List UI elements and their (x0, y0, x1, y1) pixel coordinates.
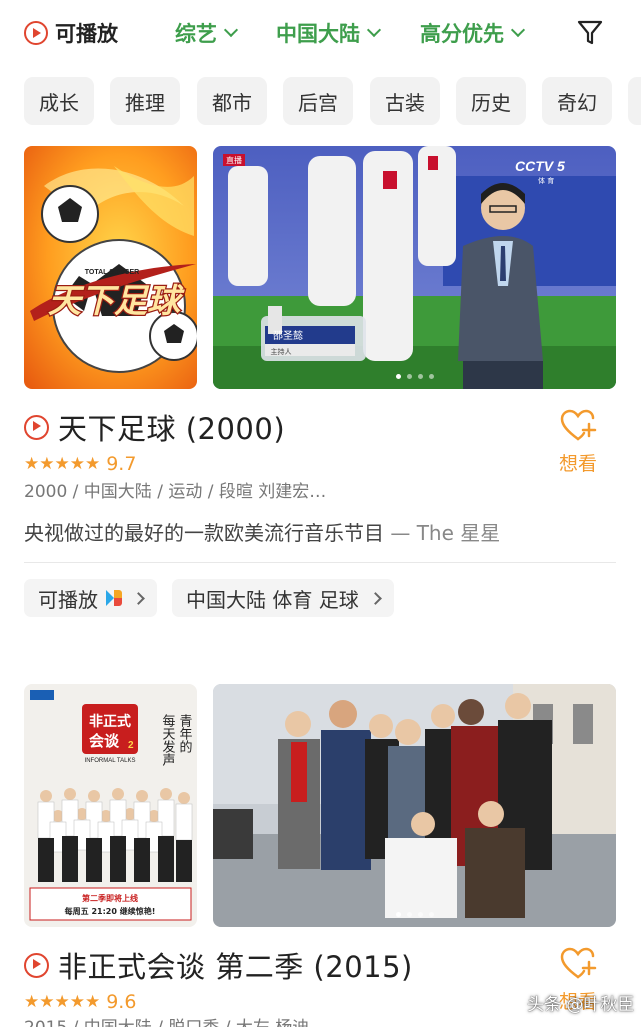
want-to-watch-label: 想看 (558, 453, 597, 475)
poster-art-image: 非正式 会谈 2 INFORMAL TALKS 每天发声 青年的 第二季即将上线… (24, 684, 197, 927)
tag-chip-partial[interactable] (628, 77, 641, 125)
chevron-down-icon (510, 22, 526, 38)
poster-footer-2: 每周五 21:20 继续惊艳! (65, 906, 156, 916)
region-dropdown[interactable]: 中国大陆 (276, 18, 382, 48)
poster-title-2: 会谈 (89, 732, 120, 750)
category-dropdown[interactable]: 综艺 (175, 18, 239, 48)
poster-slogan: 每天发声 (160, 713, 176, 767)
rating-row: ★★★★★ 9.7 (24, 452, 136, 476)
playable-filter[interactable]: 可播放 (24, 18, 118, 48)
play-icon (24, 21, 48, 45)
show-poster[interactable]: 非正式 会谈 2 INFORMAL TALKS 每天发声 青年的 第二季即将上线… (24, 684, 197, 927)
poster-subtitle: TOTAL SOCCER (85, 269, 139, 276)
divider (24, 562, 616, 563)
show-poster[interactable]: TOTAL SOCCER 天下足球 (24, 146, 197, 389)
playable-source-chip[interactable]: 可播放 (24, 579, 157, 617)
sort-dropdown[interactable]: 高分优先 (420, 18, 526, 48)
tag-chip[interactable]: 古装 (370, 77, 440, 125)
heart-plus-icon (560, 409, 597, 441)
comment-text: 央视做过的最好的一款欧美流行音乐节目 (24, 521, 384, 545)
show-meta: 2015 / 中国大陆 / 脱口秀 / 大左 杨迪 (24, 1013, 309, 1027)
tag-chip[interactable]: 后宫 (283, 77, 353, 125)
live-badge: 直播 (226, 155, 242, 165)
show-title: 非正式会谈 第二季 (2015) (58, 950, 413, 984)
show-comment: 央视做过的最好的一款欧美流行音乐节目 — The 星星 (24, 517, 500, 546)
chevron-down-icon (366, 22, 382, 38)
genre-chip[interactable]: 中国大陆 体育 足球 (172, 579, 394, 617)
tag-chip[interactable]: 历史 (456, 77, 526, 125)
star-rating-icon: ★★★★★ (24, 992, 101, 1012)
watermark: 头条 @叶秋臣 (527, 995, 635, 1015)
channel-logo: CCTV 5 (515, 158, 565, 174)
rating-score: 9.6 (106, 991, 137, 1013)
tag-chip[interactable]: 都市 (197, 77, 267, 125)
rating-score: 9.7 (106, 453, 137, 475)
chevron-down-icon (223, 22, 239, 38)
filter-bar: 可播放 综艺 中国大陆 高分优先 (0, 0, 641, 66)
genre-chip-label: 中国大陆 体育 足球 (186, 587, 359, 612)
sort-dropdown-label: 高分优先 (420, 22, 504, 46)
host-caption-name: 邵圣懿 (273, 329, 303, 342)
poster-season: 2 (128, 740, 134, 751)
poster-art-image: TOTAL SOCCER 天下足球 (24, 146, 197, 389)
tag-chip[interactable]: 推理 (110, 77, 180, 125)
group-photo-image (213, 684, 616, 927)
tag-chip[interactable]: 成长 (24, 77, 94, 125)
broadcast-still-image: 直播 CCTV 5 体 育 邵圣懿 主持人 (213, 146, 616, 389)
category-dropdown-label: 综艺 (175, 22, 217, 46)
playable-chip-label: 可播放 (38, 587, 98, 612)
show-meta: 2000 / 中国大陆 / 运动 / 段暄 刘建宏… (24, 482, 327, 502)
host-caption-role: 主持人 (271, 347, 292, 356)
heart-plus-icon (560, 947, 597, 979)
carousel-dots (395, 912, 434, 917)
want-to-watch-button[interactable]: 想看 (553, 409, 603, 479)
region-dropdown-label: 中国大陆 (276, 22, 360, 46)
playable-label: 可播放 (55, 22, 118, 46)
play-icon (24, 952, 49, 978)
chevron-right-icon (132, 591, 145, 605)
poster-title: 天下足球 (48, 281, 185, 320)
channel-sub: 体 育 (538, 176, 554, 185)
star-rating-icon: ★★★★★ (24, 454, 101, 474)
poster-title: 非正式 (89, 713, 131, 730)
tag-chip[interactable]: 奇幻 (542, 77, 612, 125)
poster-slogan-2: 青年的 (177, 714, 193, 753)
show-still-carousel[interactable] (213, 684, 616, 927)
tag-chip-row: 成长 推理 都市 后宫 古装 历史 奇幻 (0, 77, 641, 125)
carousel-dots (395, 374, 434, 379)
show-still-carousel[interactable]: 直播 CCTV 5 体 育 邵圣懿 主持人 (213, 146, 616, 389)
play-icon (24, 414, 49, 440)
show-title-row[interactable]: 非正式会谈 第二季 (2015) (24, 947, 413, 984)
poster-subtitle: INFORMAL TALKS (85, 758, 136, 764)
chevron-right-icon (368, 591, 382, 605)
show-title-row[interactable]: 天下足球 (2000) (24, 409, 286, 446)
show-title: 天下足球 (2000) (58, 412, 286, 446)
rating-row: ★★★★★ 9.6 (24, 990, 136, 1014)
comment-author: — The 星星 (384, 521, 501, 545)
filter-funnel-icon[interactable] (577, 19, 603, 47)
poster-footer: 第二季即将上线 (82, 893, 138, 903)
video-app-logo-icon (106, 590, 122, 606)
